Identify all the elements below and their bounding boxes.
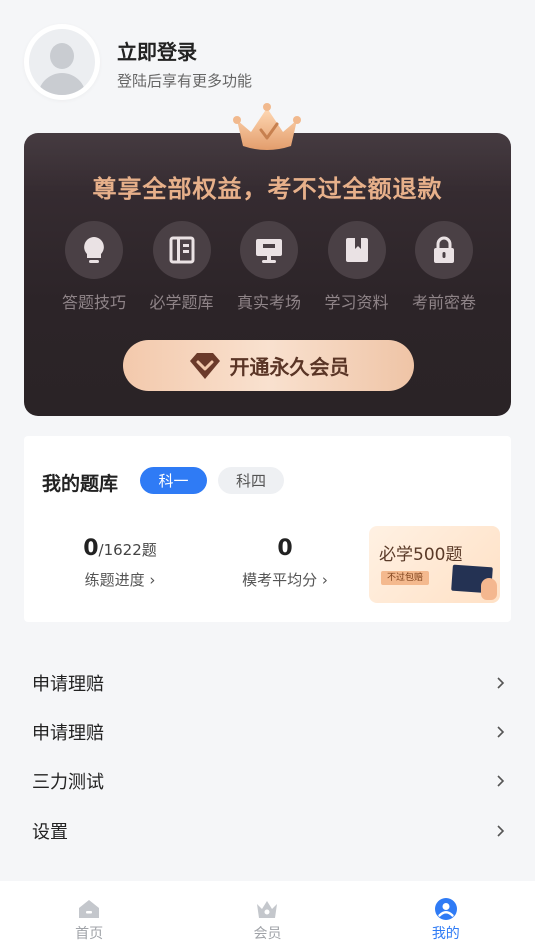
progress-label: 练题进度 bbox=[84, 571, 145, 589]
chevron-right-icon: › bbox=[149, 571, 156, 589]
progress-value: 0/1622题 bbox=[60, 536, 180, 561]
question-bank-icon bbox=[152, 221, 211, 279]
benefit-label: 学习资料 bbox=[324, 293, 389, 312]
benefits-list: 答题技巧 必学题库 真实考场 学习资料 考前密卷 bbox=[54, 221, 484, 313]
lock-icon bbox=[415, 221, 473, 279]
benefit-secret-papers[interactable]: 考前密卷 bbox=[404, 221, 484, 313]
vip-crown-icon bbox=[257, 901, 278, 918]
progress-total: /1622题 bbox=[98, 541, 157, 559]
my-question-bank-card: 我的题库 科一 科四 0/1622题 练题进度 › 0 模考平均分 › 必学50… bbox=[24, 436, 511, 622]
login-title[interactable]: 立即登录 bbox=[117, 36, 197, 65]
tab-home[interactable]: 首页 bbox=[0, 881, 178, 951]
benefit-real-exam[interactable]: 真实考场 bbox=[229, 221, 309, 313]
avg-score-label: 模考平均分 bbox=[242, 571, 318, 589]
menu-item-apply-claim-2[interactable]: 申请理赔 bbox=[0, 707, 535, 756]
settings-menu: 申请理赔 申请理赔 三力测试 设置 bbox=[0, 658, 535, 855]
crown-icon bbox=[233, 103, 301, 150]
progress-done: 0 bbox=[83, 536, 99, 561]
tab-subject-one[interactable]: 科一 bbox=[140, 467, 207, 494]
avatar[interactable] bbox=[24, 24, 100, 100]
chevron-right-icon: › bbox=[321, 571, 328, 589]
vip-title: 尊享全部权益，考不过全额退款 bbox=[92, 175, 443, 203]
book-icon bbox=[327, 221, 386, 279]
progress-label-row: 练题进度 › bbox=[60, 569, 180, 590]
chevron-right-icon bbox=[497, 726, 505, 738]
login-subtitle: 登陆后享有更多功能 bbox=[117, 72, 253, 90]
benefit-question-bank[interactable]: 必学题库 bbox=[142, 221, 222, 313]
promo-tag: 不过包赔 bbox=[381, 571, 430, 585]
hand-illustration-icon bbox=[481, 578, 497, 600]
menu-item-three-ability-test[interactable]: 三力测试 bbox=[0, 757, 535, 806]
chevron-right-icon bbox=[497, 824, 505, 837]
menu-item-settings[interactable]: 设置 bbox=[0, 806, 535, 855]
question-bank-title: 我的题库 bbox=[42, 473, 119, 495]
benefit-label: 答题技巧 bbox=[61, 293, 126, 312]
avg-score-value: 0 bbox=[277, 536, 293, 561]
tab-mine[interactable]: 我的 bbox=[357, 881, 535, 951]
lightbulb-icon bbox=[65, 221, 123, 279]
default-avatar-icon bbox=[29, 29, 95, 95]
benefit-answer-tips[interactable]: 答题技巧 bbox=[54, 221, 134, 313]
menu-item-label: 三力测试 bbox=[32, 772, 104, 794]
menu-item-apply-claim[interactable]: 申请理赔 bbox=[0, 658, 535, 707]
mock-avg-score[interactable]: 0 模考平均分 › bbox=[220, 536, 350, 590]
benefit-label: 真实考场 bbox=[236, 293, 301, 312]
exam-screen-icon bbox=[240, 221, 298, 279]
chevron-right-icon bbox=[497, 775, 505, 787]
menu-item-label: 申请理赔 bbox=[32, 722, 104, 744]
practice-progress[interactable]: 0/1622题 练题进度 › bbox=[60, 536, 180, 590]
open-vip-label: 开通永久会员 bbox=[229, 355, 350, 379]
menu-item-label: 申请理赔 bbox=[32, 673, 104, 695]
tab-subject-four[interactable]: 科四 bbox=[218, 467, 284, 494]
benefit-study-materials[interactable]: 学习资料 bbox=[317, 221, 397, 313]
chevron-right-icon bbox=[497, 677, 505, 689]
tab-label: 我的 bbox=[431, 926, 460, 942]
avg-score-label-row: 模考平均分 › bbox=[220, 569, 350, 590]
tab-label: 首页 bbox=[75, 926, 104, 942]
tab-vip[interactable]: 会员 bbox=[178, 881, 356, 951]
promo-title: 必学500题 bbox=[379, 545, 463, 565]
benefit-label: 必学题库 bbox=[149, 293, 214, 312]
diamond-icon bbox=[189, 352, 220, 379]
user-icon bbox=[434, 898, 457, 920]
tab-label: 会员 bbox=[253, 926, 282, 942]
home-icon bbox=[79, 900, 100, 918]
vip-benefits-card: 尊享全部权益，考不过全额退款 答题技巧 必学题库 真实考场 学习资料 考前密卷 … bbox=[24, 133, 511, 416]
bottom-tab-bar: 首页 会员 我的 bbox=[0, 881, 535, 951]
must-learn-500-banner[interactable]: 必学500题 不过包赔 bbox=[369, 526, 500, 603]
open-lifetime-vip-button[interactable]: 开通永久会员 bbox=[123, 340, 414, 391]
menu-item-label: 设置 bbox=[32, 821, 68, 843]
benefit-label: 考前密卷 bbox=[411, 293, 476, 312]
